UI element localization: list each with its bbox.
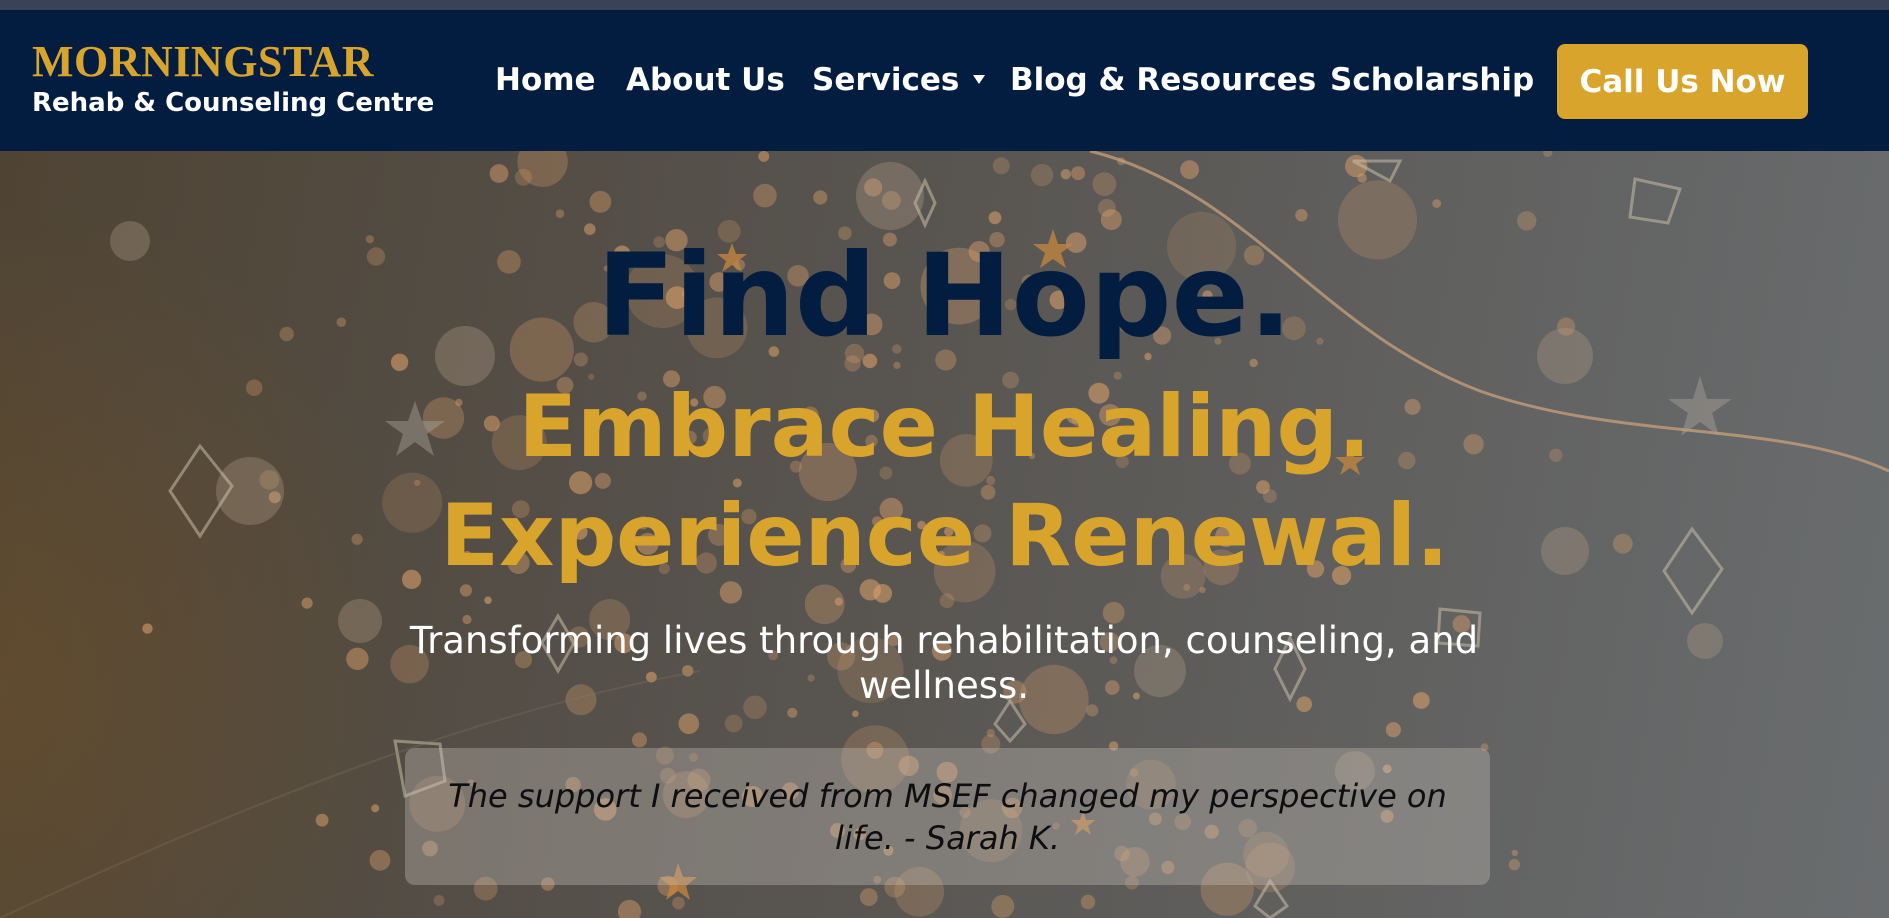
nav-services[interactable]: Services [812,62,986,98]
caret-down-icon [973,75,986,84]
nav-blog-resources[interactable]: Blog & Resources [1010,62,1316,98]
site-logo[interactable]: MORNINGSTAR Rehab & Counseling Centre [32,37,435,119]
hero-headline: Find Hope. [596,229,1293,362]
nav-about-us[interactable]: About Us [626,62,785,98]
testimonial-box: The support I received from MSEF changed… [405,748,1490,885]
nav-home[interactable]: Home [495,62,596,98]
hero-subheadline-2: Experience Renewal. [440,486,1449,586]
hero-subheadline-1: Embrace Healing. [518,377,1371,477]
browser-top-strip [0,0,1889,10]
site-header: MORNINGSTAR Rehab & Counseling Centre Ho… [0,10,1889,151]
hero-description: Transforming lives through rehabilitatio… [409,619,1479,707]
logo-title: MORNINGSTAR [32,37,375,86]
hero-section: Find Hope. Embrace Healing. Experience R… [0,151,1889,918]
nav-scholarship[interactable]: Scholarship [1330,62,1534,98]
call-us-now-button[interactable]: Call Us Now [1557,44,1808,119]
nav-services-label: Services [812,62,960,98]
testimonial-text: The support I received from MSEF changed… [448,776,1447,857]
logo-tagline: Rehab & Counseling Centre [32,88,435,118]
